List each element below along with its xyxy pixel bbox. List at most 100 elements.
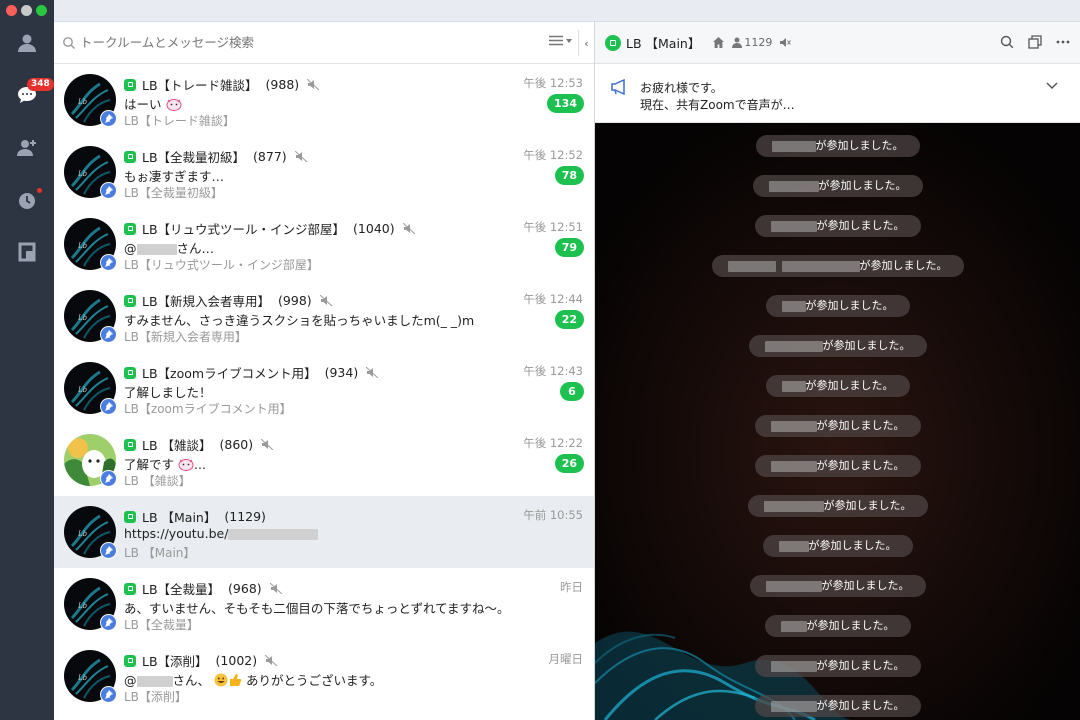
sticker-emoji-icon — [162, 97, 182, 112]
home-icon[interactable] — [712, 36, 725, 49]
redacted-name — [781, 260, 860, 272]
app-sidebar: 348 — [0, 0, 54, 720]
expand-chevron-icon[interactable] — [1046, 82, 1058, 90]
chat-list-item[interactable]: Lb LB【トレード雑談】 (988) はーい LB【トレード雑談】 午後 12:53 1… — [54, 64, 594, 136]
system-message-pill: が参加しました。 — [749, 575, 926, 597]
add-friend-icon[interactable] — [16, 137, 38, 159]
chat-name: LB【全裁量】 — [142, 582, 221, 597]
chat-title-line: LB 【Main】 (1129) — [124, 507, 266, 526]
chat-name: LB【全裁量初級】 — [142, 150, 246, 165]
chat-list-item[interactable]: Lb LB【zoomライブコメント用】 (934) 了解しました！ LB【zoomライブ… — [54, 352, 594, 424]
message-text: あ、すいません、そもそも二個目の下落でちょっとずれてますね〜。 — [124, 601, 510, 616]
chat-subtitle: LB【全裁量初級】 — [124, 186, 223, 200]
keep-icon[interactable] — [16, 241, 38, 263]
system-message: が参加しました。 — [595, 415, 1080, 437]
emoji-icon — [210, 673, 242, 688]
group-icon — [124, 438, 136, 451]
system-message-pill: が参加しました。 — [752, 175, 923, 197]
member-count[interactable]: 1129 — [732, 36, 772, 49]
system-message-pill: が参加しました。 — [748, 335, 927, 357]
system-message-pill: が参加しました。 — [747, 495, 928, 517]
redacted-name — [781, 300, 806, 312]
group-icon — [124, 222, 136, 235]
message-text: 了解です — [124, 457, 175, 472]
mute-icon — [261, 439, 274, 450]
unread-badge: 348 — [27, 78, 54, 91]
search-input[interactable] — [80, 35, 520, 50]
member-count: (988) — [265, 77, 300, 92]
chat-title[interactable]: LB 【Main】 — [626, 33, 700, 52]
message-text: すみません、さっき違うスクショを貼っちゃいましたm(_ _)m — [124, 313, 475, 328]
minimize-window-button[interactable] — [21, 5, 32, 16]
system-message: が参加しました。 — [595, 375, 1080, 397]
chat-list-item[interactable]: Lb LB【リュウ式ツール・インジ部屋】 (1040) @ さん… LB【リュウ式ツール・… — [54, 208, 594, 280]
more-icon[interactable] — [1056, 35, 1070, 49]
member-count: (968) — [228, 581, 262, 596]
group-icon — [124, 78, 136, 91]
timestamp: 午前 10:55 — [523, 508, 583, 522]
mute-icon — [366, 367, 379, 378]
chat-name: LB【zoomライブコメント用】 — [142, 366, 317, 381]
chat-list-item[interactable]: Lb LB【全裁量】 (968) あ、すいません、そもそも二個目の下落でちょっとずれて… — [54, 568, 594, 640]
chat-title-line: LB【zoomライブコメント用】 (934) — [124, 363, 379, 382]
announcement-banner[interactable]: お疲れ様です。 現在、共有Zoomで音声が… — [595, 64, 1080, 123]
mute-icon — [307, 79, 320, 90]
timeline-icon[interactable] — [16, 188, 42, 212]
chat-subtitle: LB 【Main】 — [124, 546, 196, 560]
search-icon — [63, 36, 75, 49]
last-message: もぉ凄すぎます… — [124, 166, 524, 185]
chat-name: LB 【Main】 — [142, 510, 217, 525]
last-message: @ さん、 ありがとうございます。 — [124, 670, 524, 689]
redacted-name — [770, 220, 817, 232]
redacted-name — [764, 340, 823, 352]
chat-name: LB【リュウ式ツール・インジ部屋】 — [142, 222, 346, 237]
collapse-panel-button[interactable]: ‹ — [578, 30, 594, 56]
system-message: が参加しました。 — [595, 335, 1080, 357]
group-icon — [124, 654, 136, 667]
chat-list-item[interactable]: Lb LB【添削】 (1002) @ さん、 ありがとうございます。 LB【添削】 月曜日 — [54, 640, 594, 712]
system-message-pill: が参加しました。 — [765, 375, 910, 397]
redacted-name — [136, 676, 173, 687]
chat-title-line: LB【添削】 (1002) — [124, 651, 278, 670]
last-message: 了解です ... — [124, 454, 524, 473]
chat-list-item[interactable]: Lb LB【新規入会者専用】 (998) すみません、さっき違うスクショを貼っちゃいま… — [54, 280, 594, 352]
chat-name: LB【添削】 — [142, 654, 208, 669]
chat-list-item[interactable]: LB 【雑談】 (860) 了解です ... LB 【雑談】 午後 12:22 26 — [54, 424, 594, 496]
chat-list-item[interactable]: Lb LB【全裁量初級】 (877) もぉ凄すぎます… LB【全裁量初級】 午後 12:5… — [54, 136, 594, 208]
friends-icon[interactable] — [16, 32, 38, 54]
mute-icon[interactable] — [779, 37, 792, 48]
timestamp: 午後 12:22 — [523, 436, 583, 450]
system-message: が参加しました。 — [595, 575, 1080, 597]
system-message-text: が参加しました。 — [859, 259, 948, 272]
chat-title-line: LB【新規入会者専用】 (998) — [124, 291, 333, 310]
system-message-pill: が参加しました。 — [754, 455, 921, 477]
message-text: さん… — [176, 241, 215, 256]
system-message-text: が参加しました。 — [816, 699, 905, 712]
unread-count-badge: 22 — [554, 310, 584, 329]
redacted-name — [770, 420, 817, 432]
system-message: が参加しました。 — [595, 535, 1080, 557]
pin-icon — [100, 470, 117, 487]
search-chat-icon[interactable] — [1000, 35, 1014, 49]
pin-icon — [100, 254, 117, 271]
chat-list-panel: ‹ LbLB【トレード雑談】(988)はーい LB【トレード雑談】午後 12:5… — [54, 22, 595, 720]
chats-icon[interactable]: 348 — [16, 78, 54, 106]
system-message-pill: が参加しました。 — [765, 295, 910, 317]
maximize-window-button[interactable] — [36, 5, 47, 16]
window-controls — [6, 5, 47, 16]
chat-list-item[interactable]: Lb LB 【Main】 (1129) https://youtu.be/LB 【Ma… — [54, 496, 594, 568]
unread-count-badge: 79 — [554, 238, 584, 257]
redacted-name — [770, 660, 817, 672]
close-window-button[interactable] — [6, 5, 17, 16]
chat-messages-area[interactable]: が参加しました。 が参加しました。 が参加しました。 が参加しました。 が参加しました。… — [595, 123, 1080, 720]
sort-menu-button[interactable] — [549, 35, 572, 46]
svg-text:Lb: Lb — [77, 242, 88, 250]
list-menu-icon — [549, 35, 563, 46]
open-window-icon[interactable] — [1028, 35, 1042, 49]
system-message-text: が参加しました。 — [816, 459, 905, 472]
mention-prefix: @ — [124, 673, 137, 688]
system-message-text: が参加しました。 — [816, 419, 905, 432]
mute-icon — [269, 583, 283, 594]
system-message-pill: が参加しました。 — [764, 615, 911, 637]
system-message: が参加しました。 — [595, 215, 1080, 237]
